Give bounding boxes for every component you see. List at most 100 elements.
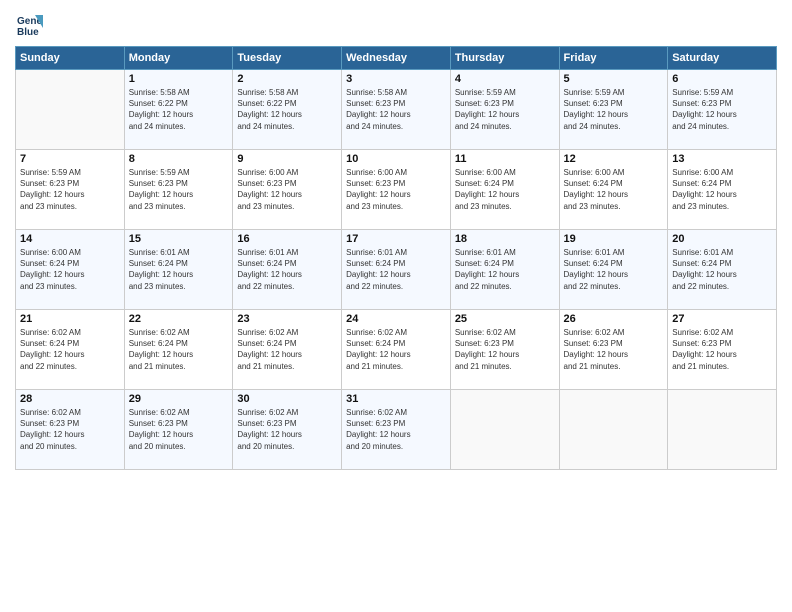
- day-info: Sunrise: 6:02 AM Sunset: 6:23 PM Dayligh…: [564, 327, 664, 372]
- day-info: Sunrise: 6:00 AM Sunset: 6:23 PM Dayligh…: [346, 167, 446, 212]
- day-number: 4: [455, 73, 555, 85]
- calendar-cell: 29 Sunrise: 6:02 AM Sunset: 6:23 PM Dayli…: [124, 390, 233, 470]
- day-info: Sunrise: 5:59 AM Sunset: 6:23 PM Dayligh…: [672, 87, 772, 132]
- weekday-header-saturday: Saturday: [668, 47, 777, 70]
- day-number: 29: [129, 393, 229, 405]
- weekday-header-row: SundayMondayTuesdayWednesdayThursdayFrid…: [16, 47, 777, 70]
- calendar-cell: [668, 390, 777, 470]
- day-number: 10: [346, 153, 446, 165]
- day-info: Sunrise: 6:01 AM Sunset: 6:24 PM Dayligh…: [672, 247, 772, 292]
- calendar-cell: 25 Sunrise: 6:02 AM Sunset: 6:23 PM Dayli…: [450, 310, 559, 390]
- calendar-cell: 8 Sunrise: 5:59 AM Sunset: 6:23 PM Daylig…: [124, 150, 233, 230]
- day-number: 5: [564, 73, 664, 85]
- calendar-cell: 4 Sunrise: 5:59 AM Sunset: 6:23 PM Daylig…: [450, 70, 559, 150]
- day-number: 27: [672, 313, 772, 325]
- day-info: Sunrise: 5:58 AM Sunset: 6:22 PM Dayligh…: [129, 87, 229, 132]
- calendar-cell: 10 Sunrise: 6:00 AM Sunset: 6:23 PM Dayli…: [342, 150, 451, 230]
- day-number: 17: [346, 233, 446, 245]
- weekday-header-sunday: Sunday: [16, 47, 125, 70]
- calendar-week-1: 1 Sunrise: 5:58 AM Sunset: 6:22 PM Daylig…: [16, 70, 777, 150]
- day-number: 18: [455, 233, 555, 245]
- day-number: 6: [672, 73, 772, 85]
- day-info: Sunrise: 6:02 AM Sunset: 6:23 PM Dayligh…: [346, 407, 446, 452]
- calendar-cell: 5Sunrise: 5:59 AM Sunset: 6:23 PM Daylig…: [559, 70, 668, 150]
- day-number: 23: [237, 313, 337, 325]
- day-number: 24: [346, 313, 446, 325]
- calendar-cell: [559, 390, 668, 470]
- day-info: Sunrise: 5:59 AM Sunset: 6:23 PM Dayligh…: [455, 87, 555, 132]
- day-info: Sunrise: 6:01 AM Sunset: 6:24 PM Dayligh…: [346, 247, 446, 292]
- day-number: 26: [564, 313, 664, 325]
- day-info: Sunrise: 5:59 AM Sunset: 6:23 PM Dayligh…: [129, 167, 229, 212]
- calendar-cell: 23 Sunrise: 6:02 AM Sunset: 6:24 PM Dayli…: [233, 310, 342, 390]
- weekday-header-thursday: Thursday: [450, 47, 559, 70]
- day-number: 8: [129, 153, 229, 165]
- calendar-week-4: 21 Sunrise: 6:02 AM Sunset: 6:24 PM Dayli…: [16, 310, 777, 390]
- day-info: Sunrise: 6:02 AM Sunset: 6:23 PM Dayligh…: [237, 407, 337, 452]
- day-number: 21: [20, 313, 120, 325]
- day-info: Sunrise: 6:02 AM Sunset: 6:23 PM Dayligh…: [672, 327, 772, 372]
- day-info: Sunrise: 6:00 AM Sunset: 6:24 PM Dayligh…: [672, 167, 772, 212]
- day-number: 28: [20, 393, 120, 405]
- day-info: Sunrise: 6:00 AM Sunset: 6:24 PM Dayligh…: [455, 167, 555, 212]
- day-number: 2: [237, 73, 337, 85]
- weekday-header-tuesday: Tuesday: [233, 47, 342, 70]
- calendar-cell: 12 Sunrise: 6:00 AM Sunset: 6:24 PM Dayli…: [559, 150, 668, 230]
- day-number: 16: [237, 233, 337, 245]
- calendar-cell: 1 Sunrise: 5:58 AM Sunset: 6:22 PM Daylig…: [124, 70, 233, 150]
- calendar-cell: 20 Sunrise: 6:01 AM Sunset: 6:24 PM Dayli…: [668, 230, 777, 310]
- day-info: Sunrise: 6:01 AM Sunset: 6:24 PM Dayligh…: [237, 247, 337, 292]
- calendar-cell: 7 Sunrise: 5:59 AM Sunset: 6:23 PM Daylig…: [16, 150, 125, 230]
- logo-icon: General Blue: [15, 10, 43, 38]
- day-number: 31: [346, 393, 446, 405]
- day-number: 25: [455, 313, 555, 325]
- calendar-cell: 2Sunrise: 5:58 AM Sunset: 6:22 PM Daylig…: [233, 70, 342, 150]
- day-info: Sunrise: 6:00 AM Sunset: 6:24 PM Dayligh…: [564, 167, 664, 212]
- day-number: 3: [346, 73, 446, 85]
- calendar-cell: 30 Sunrise: 6:02 AM Sunset: 6:23 PM Dayli…: [233, 390, 342, 470]
- day-info: Sunrise: 5:59 AM Sunset: 6:23 PM Dayligh…: [20, 167, 120, 212]
- calendar-cell: 9Sunrise: 6:00 AM Sunset: 6:23 PM Daylig…: [233, 150, 342, 230]
- day-number: 19: [564, 233, 664, 245]
- day-number: 15: [129, 233, 229, 245]
- day-number: 22: [129, 313, 229, 325]
- calendar-cell: [16, 70, 125, 150]
- calendar-week-2: 7 Sunrise: 5:59 AM Sunset: 6:23 PM Daylig…: [16, 150, 777, 230]
- calendar-cell: 22 Sunrise: 6:02 AM Sunset: 6:24 PM Dayli…: [124, 310, 233, 390]
- day-info: Sunrise: 5:58 AM Sunset: 6:23 PM Dayligh…: [346, 87, 446, 132]
- day-number: 7: [20, 153, 120, 165]
- calendar-cell: 14Sunrise: 6:00 AM Sunset: 6:24 PM Dayli…: [16, 230, 125, 310]
- day-info: Sunrise: 6:02 AM Sunset: 6:24 PM Dayligh…: [237, 327, 337, 372]
- day-info: Sunrise: 6:02 AM Sunset: 6:23 PM Dayligh…: [455, 327, 555, 372]
- day-info: Sunrise: 6:01 AM Sunset: 6:24 PM Dayligh…: [564, 247, 664, 292]
- day-info: Sunrise: 6:02 AM Sunset: 6:24 PM Dayligh…: [20, 327, 120, 372]
- calendar-cell: 11 Sunrise: 6:00 AM Sunset: 6:24 PM Dayli…: [450, 150, 559, 230]
- day-info: Sunrise: 6:02 AM Sunset: 6:23 PM Dayligh…: [129, 407, 229, 452]
- day-number: 20: [672, 233, 772, 245]
- day-number: 1: [129, 73, 229, 85]
- day-info: Sunrise: 6:01 AM Sunset: 6:24 PM Dayligh…: [129, 247, 229, 292]
- day-info: Sunrise: 6:02 AM Sunset: 6:23 PM Dayligh…: [20, 407, 120, 452]
- calendar-cell: 3 Sunrise: 5:58 AM Sunset: 6:23 PM Daylig…: [342, 70, 451, 150]
- calendar-cell: 18 Sunrise: 6:01 AM Sunset: 6:24 PM Dayli…: [450, 230, 559, 310]
- day-info: Sunrise: 6:00 AM Sunset: 6:24 PM Dayligh…: [20, 247, 120, 292]
- day-number: 9: [237, 153, 337, 165]
- calendar-cell: 19 Sunrise: 6:01 AM Sunset: 6:24 PM Dayli…: [559, 230, 668, 310]
- day-info: Sunrise: 6:02 AM Sunset: 6:24 PM Dayligh…: [129, 327, 229, 372]
- calendar-cell: 6 Sunrise: 5:59 AM Sunset: 6:23 PM Daylig…: [668, 70, 777, 150]
- logo: General Blue: [15, 10, 45, 38]
- calendar-table: SundayMondayTuesdayWednesdayThursdayFrid…: [15, 46, 777, 470]
- day-info: Sunrise: 6:01 AM Sunset: 6:24 PM Dayligh…: [455, 247, 555, 292]
- calendar-cell: [450, 390, 559, 470]
- calendar-cell: 21 Sunrise: 6:02 AM Sunset: 6:24 PM Dayli…: [16, 310, 125, 390]
- day-number: 30: [237, 393, 337, 405]
- weekday-header-wednesday: Wednesday: [342, 47, 451, 70]
- weekday-header-monday: Monday: [124, 47, 233, 70]
- day-info: Sunrise: 6:02 AM Sunset: 6:24 PM Dayligh…: [346, 327, 446, 372]
- day-number: 12: [564, 153, 664, 165]
- header: General Blue: [15, 10, 777, 38]
- calendar-cell: 24 Sunrise: 6:02 AM Sunset: 6:24 PM Dayli…: [342, 310, 451, 390]
- svg-text:Blue: Blue: [17, 27, 39, 38]
- day-number: 11: [455, 153, 555, 165]
- calendar-cell: 31 Sunrise: 6:02 AM Sunset: 6:23 PM Dayli…: [342, 390, 451, 470]
